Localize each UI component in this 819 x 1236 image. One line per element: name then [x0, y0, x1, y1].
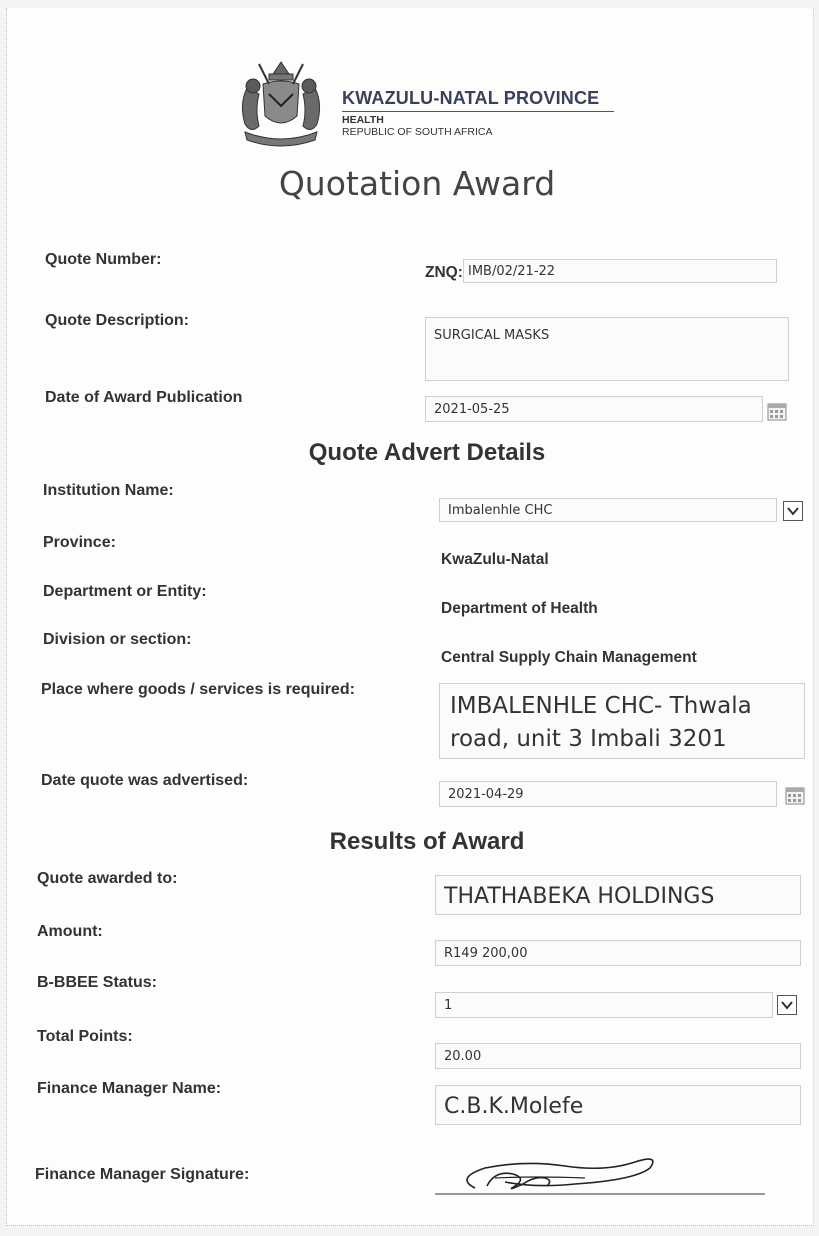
advertised-date-label: Date quote was advertised:	[41, 772, 249, 789]
province-label: Province:	[43, 534, 116, 551]
advertised-date-field[interactable]: 2021-04-29	[439, 781, 777, 807]
quote-description-field[interactable]: SURGICAL MASKS	[425, 317, 789, 381]
manager-name-field[interactable]: C.B.K.Molefe	[435, 1085, 801, 1125]
bbbee-label: B-BBEE Status:	[37, 974, 158, 991]
quote-description-label: Quote Description:	[45, 312, 190, 329]
calendar-icon[interactable]	[767, 402, 787, 422]
results-heading: Results of Award	[329, 828, 525, 855]
awarded-to-field[interactable]: THATHABEKA HOLDINGS	[435, 875, 801, 915]
country-name: REPUBLIC OF SOUTH AFRICA	[342, 126, 493, 138]
header-divider	[342, 111, 614, 112]
quote-number-field[interactable]: IMB/02/21-22	[463, 259, 777, 283]
department-value: Department of Health	[441, 600, 598, 617]
awarded-to-label: Quote awarded to:	[37, 870, 178, 887]
bbbee-select[interactable]: 1	[435, 992, 773, 1018]
department-name: HEALTH	[342, 114, 384, 126]
quote-number-prefix: ZNQ:	[425, 264, 463, 281]
department-label: Department or Entity:	[43, 583, 207, 600]
total-points-label: Total Points:	[37, 1028, 133, 1045]
coat-of-arms-icon	[229, 54, 333, 150]
quotation-award-document: KWAZULU-NATAL PROVINCE HEALTH REPUBLIC O…	[6, 8, 814, 1226]
signature-label: Finance Manager Signature:	[35, 1166, 250, 1183]
province-value: KwaZulu-Natal	[441, 551, 549, 568]
calendar-icon[interactable]	[785, 786, 805, 806]
award-date-field[interactable]: 2021-05-25	[425, 396, 763, 422]
place-label: Place where goods / services is required…	[41, 681, 355, 698]
institution-select[interactable]: Imbalenhle CHC	[439, 498, 777, 522]
province-name: KWAZULU-NATAL PROVINCE	[342, 88, 600, 108]
award-date-label: Date of Award Publication	[45, 389, 243, 406]
division-label: Division or section:	[43, 631, 192, 648]
manager-name-label: Finance Manager Name:	[37, 1080, 222, 1097]
division-value: Central Supply Chain Management	[441, 649, 697, 666]
institution-label: Institution Name:	[43, 482, 174, 499]
page-title: Quotation Award	[278, 164, 556, 203]
chevron-down-icon[interactable]	[777, 995, 797, 1015]
amount-field[interactable]: R149 200,00	[435, 940, 801, 966]
signature	[435, 1148, 765, 1198]
place-field[interactable]: IMBALENHLE CHC- Thwala road, unit 3 Imba…	[439, 683, 805, 759]
quote-number-label: Quote Number:	[45, 251, 162, 268]
total-points-field[interactable]: 20.00	[435, 1043, 801, 1069]
advert-details-heading: Quote Advert Details	[308, 439, 546, 466]
amount-label: Amount:	[37, 923, 103, 940]
chevron-down-icon[interactable]	[783, 501, 803, 521]
